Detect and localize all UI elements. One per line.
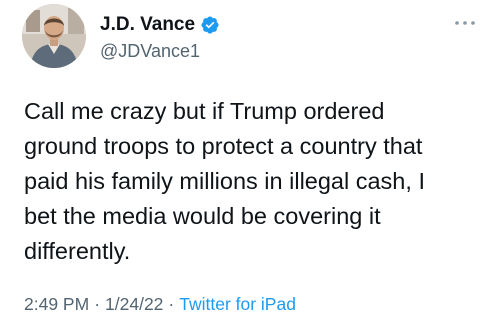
tweet-text: Call me crazy but if Trump ordered groun…	[24, 98, 425, 264]
tweet-date[interactable]: 1/24/22	[105, 294, 163, 315]
tweet-source-link[interactable]: Twitter for iPad	[179, 294, 296, 315]
author-handle[interactable]: @JDVance1	[100, 40, 200, 62]
more-options-icon[interactable]	[452, 14, 478, 32]
verified-badge-icon	[200, 15, 220, 35]
tweet-time[interactable]: 2:49 PM	[24, 294, 89, 315]
meta-separator: ·	[168, 293, 175, 314]
author-display-name[interactable]: J.D. Vance	[100, 13, 195, 37]
tweet-metadata: 2:49 PM · 1/24/22 · Twitter for iPad	[24, 292, 296, 316]
author-avatar[interactable]	[22, 4, 86, 68]
author-name-row: J.D. Vance	[100, 13, 220, 37]
meta-separator: ·	[94, 293, 101, 314]
profile-photo	[22, 4, 86, 68]
tweet-card: J.D. Vance @JDVance1 Call me crazy but i…	[0, 0, 500, 329]
